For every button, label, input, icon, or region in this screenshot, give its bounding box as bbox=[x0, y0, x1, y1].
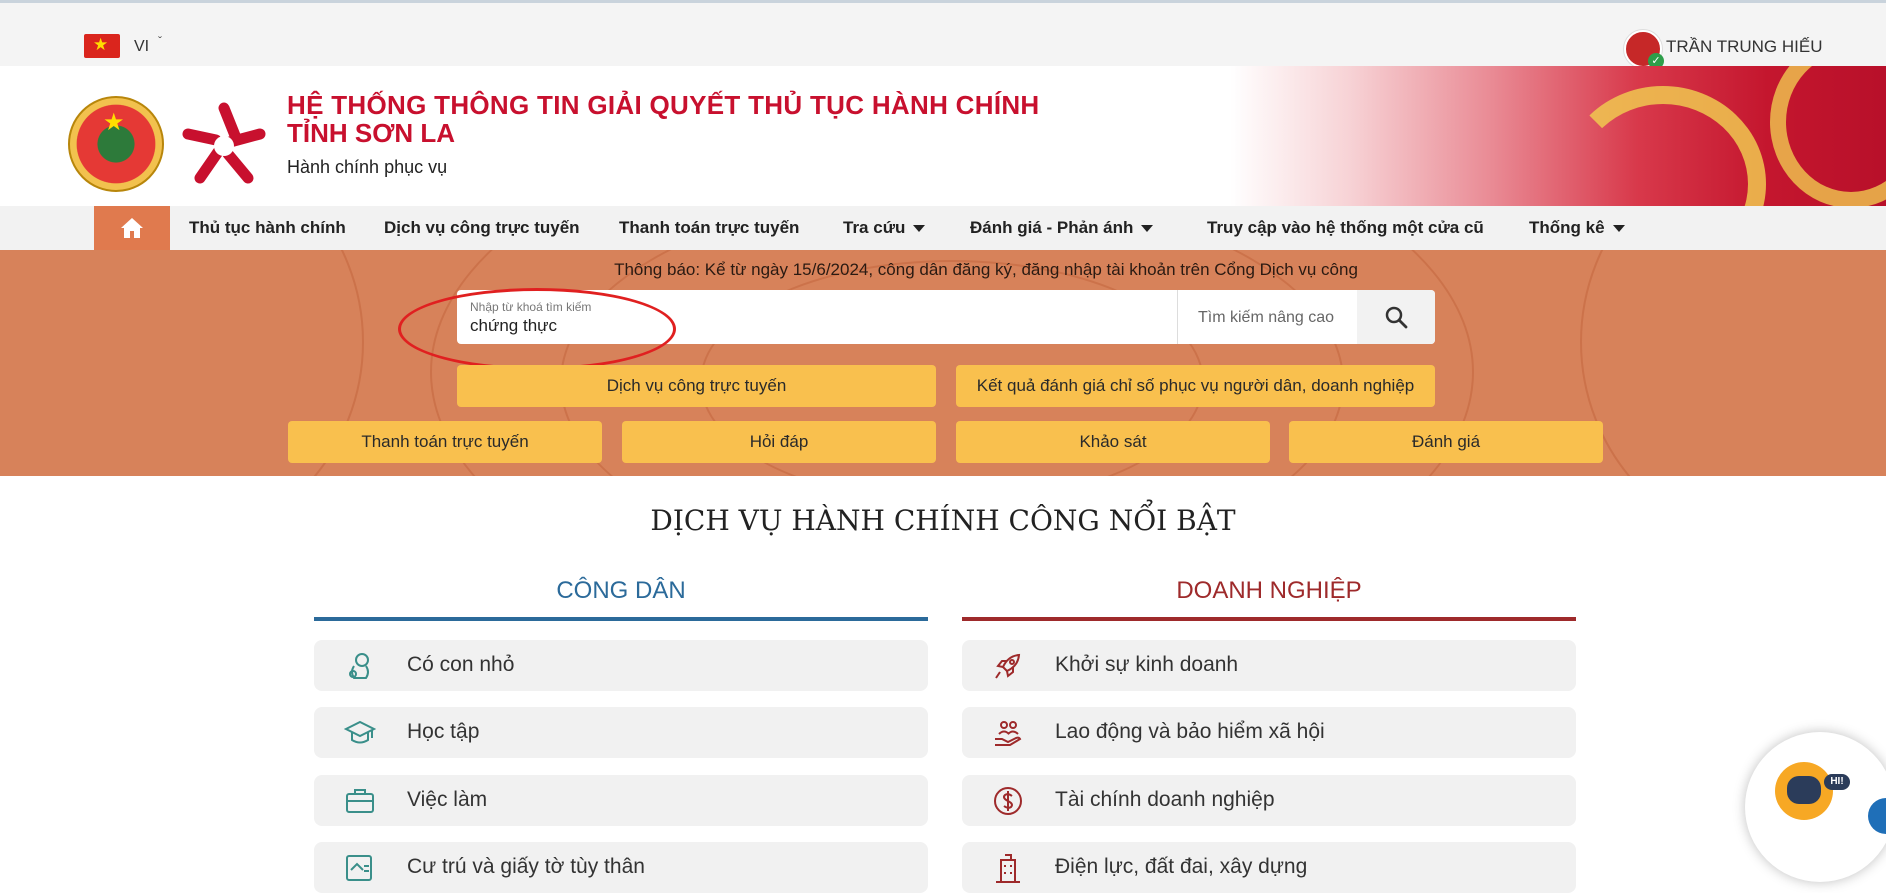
quick-link-thanh-toan[interactable]: Thanh toán trực tuyến bbox=[288, 421, 602, 463]
caret-down-icon bbox=[1141, 225, 1154, 233]
caret-down-icon bbox=[913, 225, 926, 233]
quick-link-khao-sat[interactable]: Khảo sát bbox=[956, 421, 1270, 463]
son-la-emblem-logo[interactable]: ★ bbox=[68, 96, 164, 192]
business-item-khoi-su[interactable]: Khởi sự kinh doanh bbox=[962, 640, 1576, 691]
search-icon bbox=[1385, 306, 1408, 329]
public-service-star-logo[interactable] bbox=[178, 98, 270, 190]
notice-marquee[interactable]: Thông báo: Kể từ ngày 15/6/2024, công dâ… bbox=[0, 260, 1886, 280]
site-title: HỆ THỐNG THÔNG TIN GIẢI QUYẾT THỦ TỤC HÀ… bbox=[287, 90, 1040, 120]
business-item-lao-dong[interactable]: Lao động và bảo hiểm xã hội bbox=[962, 707, 1576, 758]
id-card-icon bbox=[346, 855, 372, 881]
top-bar: ★ VI ˇ ✓ TRẦN TRUNG HIẾU bbox=[0, 0, 1886, 69]
business-item-dien-luc[interactable]: Điện lực, đất đai, xây dựng bbox=[962, 842, 1576, 893]
nav-dich-vu-cong[interactable]: Dịch vụ công trực tuyến bbox=[384, 218, 580, 238]
nav-thanh-toan[interactable]: Thanh toán trực tuyến bbox=[619, 218, 799, 238]
nav-tra-cuu[interactable]: Tra cứu bbox=[843, 218, 926, 238]
site-slogan: Hành chính phục vụ bbox=[287, 157, 448, 177]
chatbot-hi-badge: HI! bbox=[1824, 774, 1850, 790]
user-name[interactable]: TRẦN TRUNG HIẾU bbox=[1666, 37, 1822, 57]
graduation-cap-icon bbox=[344, 720, 376, 744]
search-button[interactable] bbox=[1357, 290, 1435, 344]
language-selector[interactable]: VI bbox=[134, 38, 149, 56]
quick-link-danh-gia[interactable]: Đánh giá bbox=[1289, 421, 1603, 463]
quick-link-hoi-dap[interactable]: Hỏi đáp bbox=[622, 421, 936, 463]
caret-down-icon bbox=[1612, 225, 1625, 233]
site-header: ★ HỆ THỐNG THÔNG TIN GIẢI QUYẾT THỦ TỤC … bbox=[0, 66, 1886, 206]
header-banner-decoration bbox=[1230, 66, 1886, 206]
briefcase-icon bbox=[346, 789, 374, 813]
baby-icon bbox=[349, 653, 369, 679]
citizen-item-hoc-tap[interactable]: Học tập bbox=[314, 707, 928, 758]
highlight-annotation-oval bbox=[398, 288, 676, 370]
rocket-icon bbox=[995, 653, 1021, 679]
business-underline bbox=[962, 617, 1576, 621]
robot-icon bbox=[1775, 762, 1833, 820]
home-button[interactable] bbox=[94, 206, 170, 250]
site-title-province: TỈNH SƠN LA bbox=[287, 118, 456, 148]
hero-search-section: Thông báo: Kể từ ngày 15/6/2024, công dâ… bbox=[0, 250, 1886, 476]
chevron-down-icon[interactable]: ˇ bbox=[158, 34, 162, 48]
business-item-tai-chinh[interactable]: Tài chính doanh nghiệp bbox=[962, 775, 1576, 826]
business-tab[interactable]: DOANH NGHIỆP bbox=[962, 577, 1576, 605]
nav-danh-gia-phan-anh[interactable]: Đánh giá - Phản ánh bbox=[970, 218, 1154, 238]
chatbot-launcher[interactable]: HI! bbox=[1745, 732, 1886, 882]
citizen-item-cu-tru[interactable]: Cư trú và giấy tờ tùy thân bbox=[314, 842, 928, 893]
nav-thu-tuc-hanh-chinh[interactable]: Thủ tục hành chính bbox=[189, 218, 346, 238]
vietnam-flag-icon[interactable]: ★ bbox=[84, 34, 120, 58]
avatar[interactable]: ✓ bbox=[1624, 30, 1664, 69]
main-nav: Thủ tục hành chính Dịch vụ công trực tuy… bbox=[0, 206, 1886, 250]
featured-services-title: DỊCH VỤ HÀNH CHÍNH CÔNG NỔI BẬT bbox=[650, 504, 1236, 537]
nav-thong-ke[interactable]: Thống kê bbox=[1529, 218, 1625, 238]
building-icon bbox=[996, 854, 1020, 883]
quick-link-dich-vu-cong[interactable]: Dịch vụ công trực tuyến bbox=[457, 365, 936, 407]
quick-link-ket-qua-danh-gia[interactable]: Kết quả đánh giá chỉ số phục vụ người dâ… bbox=[956, 365, 1435, 407]
dollar-icon bbox=[994, 787, 1022, 815]
citizen-underline bbox=[314, 617, 928, 621]
nav-mot-cua-cu[interactable]: Truy cập vào hệ thống một cửa cũ bbox=[1207, 218, 1484, 238]
divider bbox=[1177, 290, 1178, 344]
home-icon bbox=[121, 218, 143, 238]
citizen-item-co-con-nho[interactable]: Có con nhỏ bbox=[314, 640, 928, 691]
citizen-tab[interactable]: CÔNG DÂN bbox=[314, 577, 928, 605]
citizen-item-viec-lam[interactable]: Việc làm bbox=[314, 775, 928, 826]
hand-people-icon bbox=[995, 721, 1022, 746]
advanced-search-link[interactable]: Tìm kiếm nâng cao bbox=[1198, 309, 1334, 327]
